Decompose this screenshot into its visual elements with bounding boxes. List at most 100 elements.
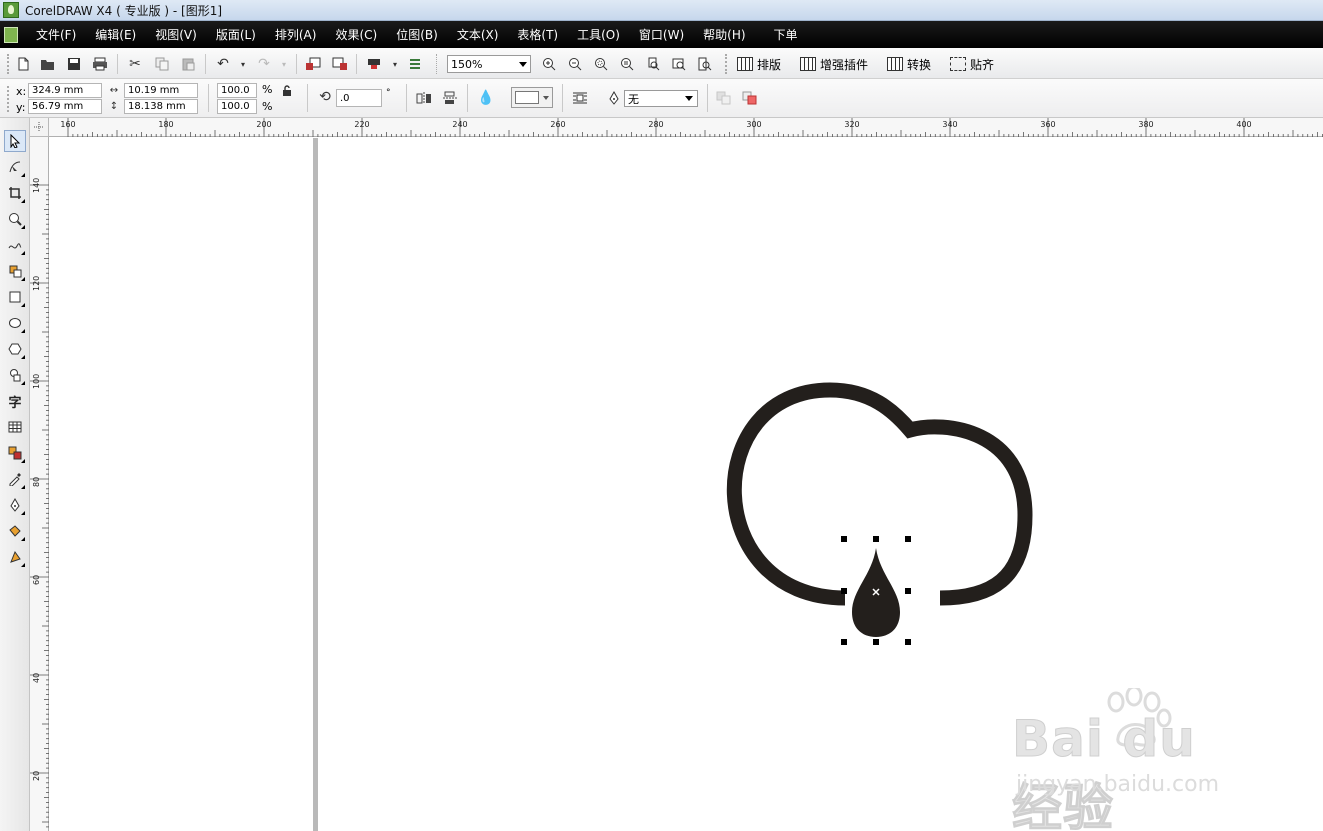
pick-tool-icon[interactable] [4,130,26,152]
redo-dropdown-icon[interactable]: ▾ [274,54,294,74]
menu-table[interactable]: 表格(T) [517,26,558,43]
zoom-in-icon[interactable] [539,54,559,74]
zoom-tool-icon[interactable] [4,208,26,230]
chevron-down-icon [543,96,549,100]
zoom-page-width-icon[interactable] [669,54,689,74]
height-field[interactable]: 18.138 mm [124,99,198,114]
horizontal-ruler[interactable]: 160 180 200 220 240 260 280 300 320 340 … [49,118,1323,137]
crop-tool-icon[interactable] [4,182,26,204]
import-icon[interactable] [303,54,323,74]
eyedropper-tool-icon[interactable] [4,468,26,490]
menu-order[interactable]: 下单 [774,26,798,43]
smart-fill-tool-icon[interactable] [4,260,26,282]
x-position-field[interactable]: 324.9 mm [28,83,102,98]
outline-width-select[interactable]: 无 [624,90,698,107]
plugin-convert-button[interactable]: 转换 [887,55,931,73]
undo-icon[interactable]: ↶ [213,54,233,74]
zoom-selected-icon[interactable] [591,54,611,74]
scale-x-field[interactable]: 100.0 [217,83,257,98]
open-folder-icon[interactable] [38,54,58,74]
save-icon[interactable] [64,54,84,74]
plugin-label: 排版 [757,57,782,72]
y-position-field[interactable]: 56.79 mm [28,99,102,114]
separator [307,84,308,112]
menu-edit[interactable]: 编辑(E) [95,26,136,43]
interactive-blend-tool-icon[interactable] [4,442,26,464]
toolbar-grip[interactable] [7,54,10,74]
fill-drop-icon[interactable]: 💧 [476,88,496,108]
shape-tool-icon[interactable] [4,156,26,178]
ruler-label: 260 [550,120,566,129]
toolbar-grip[interactable] [7,86,10,112]
scale-y-field[interactable]: 100.0 [217,99,257,114]
x-label: x: [16,85,27,98]
paste-icon[interactable] [178,54,198,74]
zoom-page-height-icon[interactable] [695,54,715,74]
redo-icon[interactable]: ↷ [254,54,274,74]
polygon-tool-icon[interactable] [4,338,26,360]
menu-file[interactable]: 文件(F) [36,26,76,43]
zoom-out-icon[interactable] [565,54,585,74]
menu-view[interactable]: 视图(V) [155,26,197,43]
menu-arrange[interactable]: 排列(A) [275,26,317,43]
wrap-paragraph-icon[interactable] [570,88,590,108]
plugin-snap-button[interactable]: 贴齐 [950,55,994,73]
menu-bitmaps[interactable]: 位图(B) [396,26,438,43]
outline-tool-icon[interactable] [4,494,26,516]
print-icon[interactable] [90,54,110,74]
percent-label: % [262,83,273,96]
fill-color-picker[interactable] [511,87,553,108]
watermark-url: jingyan.baidu.com [1016,772,1220,797]
launcher-dropdown-icon[interactable]: ▾ [385,54,405,74]
menu-effects[interactable]: 效果(C) [335,26,377,43]
plugin-typesetting-button[interactable]: 排版 [737,55,781,73]
undo-dropdown-icon[interactable]: ▾ [233,54,253,74]
interactive-fill-tool-icon[interactable] [4,546,26,568]
ellipse-tool-icon[interactable] [4,312,26,334]
menu-text[interactable]: 文本(X) [457,26,499,43]
menu-bar: 文件(F) 编辑(E) 视图(V) 版面(L) 排列(A) 效果(C) 位图(B… [0,21,1323,48]
menu-layout[interactable]: 版面(L) [216,26,256,43]
toolbar-grip[interactable] [725,54,728,74]
plugin-icon [800,57,816,71]
lock-ratio-icon[interactable] [279,83,295,99]
application-launcher-icon[interactable] [364,54,384,74]
table-tool-icon[interactable] [4,416,26,438]
plugin-label: 增强插件 [820,57,869,72]
ruler-label: 120 [32,275,41,291]
zoom-page-icon[interactable] [643,54,663,74]
fill-tool-icon[interactable] [4,520,26,542]
to-front-icon[interactable] [740,88,760,108]
zoom-level-select[interactable]: 150% [447,55,531,73]
ruler-label: 140 [32,177,41,193]
new-document-icon[interactable] [13,54,33,74]
scale-y-value: 100.0 [221,101,250,112]
text-tool-icon[interactable]: 字 [4,390,26,412]
cut-icon[interactable]: ✂ [125,54,145,74]
copy-icon[interactable] [152,54,172,74]
mirror-horizontal-icon[interactable] [414,88,434,108]
freehand-tool-icon[interactable] [4,234,26,256]
document-icon[interactable] [4,26,18,43]
outline-pen-icon [604,88,624,108]
mirror-vertical-icon[interactable] [440,88,460,108]
plugin-enhanced-button[interactable]: 增强插件 [800,55,868,73]
baidu-jingyan-watermark: Bai du 经验 jingyan.baidu.com [1012,688,1262,831]
welcome-screen-icon[interactable] [405,54,425,74]
to-back-icon[interactable] [714,88,734,108]
menu-window[interactable]: 窗口(W) [639,26,684,43]
ruler-origin-corner[interactable] [30,118,49,137]
export-icon[interactable] [330,54,350,74]
ruler-label: 280 [648,120,664,129]
separator [436,54,437,74]
width-field[interactable]: 10.19 mm [124,83,198,98]
vertical-ruler[interactable]: 140 120 100 80 60 40 20 [30,137,49,831]
separator [205,54,206,74]
zoom-all-objects-icon[interactable] [617,54,637,74]
menu-tools[interactable]: 工具(O) [577,26,620,43]
rotation-field[interactable]: .0 [336,89,382,107]
menu-help[interactable]: 帮助(H) [703,26,745,43]
watermark-logo-text: Bai du 经验 [1012,710,1196,831]
basic-shapes-tool-icon[interactable] [4,364,26,386]
rectangle-tool-icon[interactable] [4,286,26,308]
